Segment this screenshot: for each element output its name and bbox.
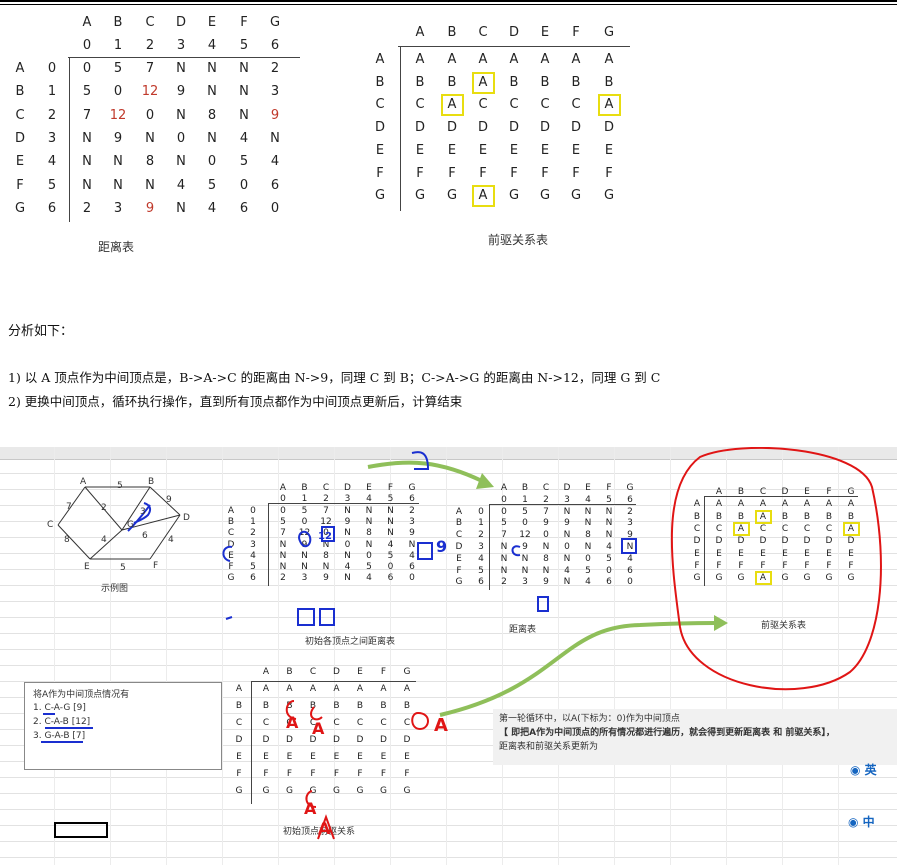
predecessor-cell: E (540, 143, 550, 158)
ink-letter: 9 (436, 537, 448, 556)
ink-annotations (222, 451, 637, 840)
analysis-line-1: 1) 以 A 顶点作为中间顶点是，B->A->C 的距离由 N->9，同理 C … (8, 370, 661, 385)
predecessor-cell: G (603, 188, 615, 203)
predecessor-header-rule (398, 46, 630, 47)
predecessor-col-header: D (508, 25, 519, 40)
ink-letter: A (304, 799, 317, 818)
predecessor-row-label: F (376, 166, 384, 181)
predecessor-cell: F (572, 166, 580, 181)
predecessor-cell: A (447, 52, 457, 67)
predecessor-cell: A (509, 52, 519, 67)
ink-stroke (411, 712, 429, 731)
predecessor-row-label: C (375, 97, 385, 112)
predecessor-cell: E (571, 143, 581, 158)
predecessor-cell: B (415, 75, 425, 90)
predecessor-table-caption: 前驱关系表 (488, 233, 549, 247)
predecessor-cell: G (446, 188, 458, 203)
predecessor-cell: G (539, 188, 551, 203)
predecessor-cell: F (510, 166, 518, 181)
predecessor-row-label: B (375, 75, 385, 90)
spreadsheet-screenshot: A B C D E F G 5 7 2 9 8 4 3 6 4 5 示例图 AB… (0, 447, 897, 865)
predecessor-cell: C (478, 97, 488, 112)
predecessor-cell: A (571, 52, 581, 67)
ink-stroke (537, 596, 549, 612)
predecessor-cell: D (446, 120, 457, 135)
ink-letter: A (318, 819, 331, 838)
predecessor-cell: C (415, 97, 425, 112)
predecessor-col-header: F (572, 25, 580, 40)
ink-stroke (621, 538, 637, 554)
predecessor-col-header: G (603, 25, 615, 40)
predecessor-cell: D (570, 120, 581, 135)
predecessor-col-header: A (415, 25, 425, 40)
predecessor-cell: F (605, 166, 613, 181)
predecessor-cell: A (604, 52, 614, 67)
ink-stroke (310, 706, 323, 721)
predecessor-cell: C (540, 97, 550, 112)
predecessor-cell: B (571, 75, 581, 90)
predecessor-col-header: C (478, 25, 488, 40)
predecessor-row-label: A (375, 52, 385, 67)
ink-stroke (417, 542, 433, 560)
predecessor-cell: F (541, 166, 549, 181)
predecessor-cell: F (448, 166, 456, 181)
predecessor-cell: B (447, 75, 457, 90)
ink-stroke (298, 530, 312, 548)
predecessor-label-rule (400, 46, 401, 211)
predecessor-cell: D (477, 120, 488, 135)
analysis-heading: 分析如下： (8, 324, 74, 339)
predecessor-row-label: D (374, 120, 385, 135)
predecessor-cell: B (604, 75, 614, 90)
predecessor-col-header: E (540, 25, 550, 40)
predecessor-cell: D (508, 120, 519, 135)
predecessor-cell: B (509, 75, 519, 90)
predecessor-cell: G (570, 188, 582, 203)
predecessor-cell: A (540, 52, 550, 67)
analysis-line-2: 2) 更换中间顶点，循环执行操作，直到所有顶点都作为中间顶点更新后，计算结束 (8, 394, 463, 409)
predecessor-cell: D (539, 120, 550, 135)
predecessor-cell: E (509, 143, 519, 158)
ink-letter: A (434, 715, 448, 736)
predecessor-table: ABCDEFGAAAAAAAABBBABBBBCCACCCCADDDDDDDDE… (0, 0, 650, 260)
predecessor-cell: G (414, 188, 426, 203)
highlight-box (598, 94, 621, 116)
predecessor-row-label: G (374, 188, 386, 203)
ink-stroke (222, 545, 233, 562)
predecessor-cell: D (603, 120, 614, 135)
predecessor-row-label: E (375, 143, 385, 158)
ink-letter: A (312, 719, 325, 738)
predecessor-cell: E (447, 143, 457, 158)
predecessor-cell: E (478, 143, 488, 158)
predecessor-cell: E (415, 143, 425, 158)
highlight-box (472, 185, 495, 207)
ink-stroke (511, 545, 521, 557)
predecessor-cell: F (416, 166, 424, 181)
ink-letter: 12 (318, 531, 332, 542)
ink-stroke (411, 451, 430, 470)
predecessor-cell: B (540, 75, 550, 90)
ink-stroke (297, 608, 315, 626)
highlight-box (441, 94, 464, 116)
predecessor-cell: F (479, 166, 487, 181)
predecessor-cell: C (509, 97, 519, 112)
ink-stroke (225, 616, 233, 620)
predecessor-col-header: B (447, 25, 457, 40)
ink-letter: A (286, 713, 299, 732)
ink-stroke (319, 608, 335, 626)
predecessor-cell: A (415, 52, 425, 67)
predecessor-cell: E (604, 143, 614, 158)
predecessor-cell: G (508, 188, 520, 203)
predecessor-cell: A (478, 52, 488, 67)
predecessor-cell: D (414, 120, 425, 135)
predecessor-cell: C (571, 97, 581, 112)
highlight-box (472, 72, 495, 94)
